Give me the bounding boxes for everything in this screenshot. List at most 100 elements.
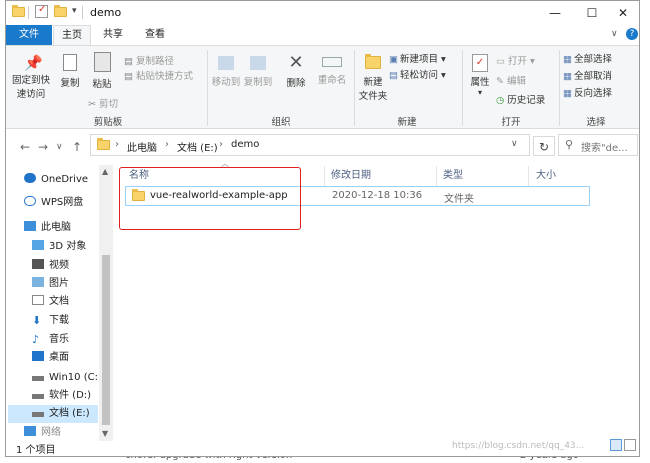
column-divider[interactable]	[324, 166, 325, 186]
paste-shortcut-label: 粘贴快捷方式	[135, 71, 193, 82]
nav-item-downloads[interactable]: ⬇ 下载	[32, 312, 69, 330]
copy-path-icon: ▤	[124, 56, 133, 67]
history-button[interactable]: ◷ 历史记录	[496, 92, 545, 106]
address-dropdown-button[interactable]: ∨	[511, 139, 518, 149]
edit-icon: ✎	[496, 76, 504, 87]
move-to-button[interactable]: 移动到	[211, 48, 241, 110]
search-placeholder[interactable]: 搜索"de...	[581, 139, 628, 154]
column-header-size[interactable]: 大小	[536, 166, 556, 186]
tab-home[interactable]: 主页	[53, 25, 91, 45]
help-icon[interactable]: ?	[626, 28, 638, 40]
up-button[interactable]: ↑	[72, 140, 82, 154]
forward-button[interactable]: →	[38, 140, 48, 154]
status-item-count: 1 个项目	[16, 445, 56, 456]
nav-item-network[interactable]: 网络	[24, 426, 61, 438]
rename-button[interactable]: 重命名	[314, 48, 350, 110]
open-button[interactable]: ▭ 打开 ▾	[496, 53, 535, 67]
address-bar[interactable]: › 此电脑 › 文档 (E:) › demo ∨	[90, 134, 530, 156]
scroll-up-icon[interactable]: ▲	[102, 167, 108, 176]
easy-access-button[interactable]: ▤ 轻松访问 ▾	[389, 67, 446, 81]
minimize-button[interactable]: —	[536, 1, 574, 25]
edit-button[interactable]: ✎ 编辑	[496, 73, 526, 87]
paste-shortcut-button[interactable]: ▤ 粘贴快捷方式	[124, 68, 193, 82]
dropdown-arrow-icon: ▾	[530, 56, 535, 67]
large-icons-view-icon[interactable]	[624, 439, 636, 451]
select-none-button[interactable]: ▦ 全部取消	[563, 68, 612, 82]
nav-label: 软件 (D:)	[49, 390, 92, 401]
details-view-icon[interactable]	[610, 439, 622, 451]
open-label: 打开	[507, 56, 527, 67]
select-all-button[interactable]: ▦ 全部选择	[563, 51, 612, 65]
drive-icon	[32, 394, 44, 399]
copy-to-button[interactable]: 复制到	[243, 48, 273, 110]
invert-selection-button[interactable]: ▦ 反向选择	[563, 85, 612, 99]
window-title: demo	[90, 6, 122, 19]
highlight-annotation-box	[119, 167, 301, 230]
nav-item-videos[interactable]: 视频	[32, 257, 69, 275]
nav-item-documents[interactable]: 文档	[32, 293, 69, 311]
nav-item-drive-e[interactable]: 文档 (E:)	[8, 405, 98, 423]
ribbon-collapse-icon[interactable]: ∨	[611, 29, 618, 39]
breadcrumb-drive-e[interactable]: 文档 (E:)	[177, 139, 218, 154]
delete-label: 删除	[286, 78, 306, 89]
nav-label: 图片	[49, 278, 69, 289]
nav-item-3d-objects[interactable]: 3D 对象	[32, 238, 86, 256]
recent-locations-button[interactable]: ∨	[56, 142, 63, 152]
scrollbar-thumb[interactable]	[102, 255, 110, 425]
group-open-label: 打开	[501, 117, 521, 128]
music-icon: ♪	[32, 333, 40, 346]
column-divider[interactable]	[528, 166, 529, 186]
nav-label: 音乐	[49, 334, 69, 345]
scroll-down-icon[interactable]: ▼	[102, 429, 108, 438]
new-item-button[interactable]: ▣ 新建项目 ▾	[389, 51, 446, 65]
pin-quick-access-button[interactable]: 📌 固定到快 速访问	[10, 48, 52, 110]
nav-item-music[interactable]: ♪ 音乐	[32, 331, 69, 349]
copy-button[interactable]: 复制	[56, 48, 84, 110]
nav-item-pictures[interactable]: 图片	[32, 275, 69, 293]
scissors-icon: ✂	[88, 99, 96, 110]
properties-check-icon[interactable]: ✓	[35, 4, 48, 18]
search-box[interactable]: ⚲ 搜索"de...	[558, 134, 638, 156]
background-page-right	[640, 0, 650, 463]
column-header-type[interactable]: 类型	[443, 166, 463, 186]
properties-button[interactable]: ✓ 属性 ▾	[465, 48, 495, 110]
nav-item-wps[interactable]: WPS网盘	[24, 194, 83, 212]
drive-icon	[32, 376, 44, 381]
nav-item-onedrive[interactable]: OneDrive	[24, 171, 88, 189]
nav-scrollbar[interactable]: ▲ ▼	[99, 165, 113, 441]
download-icon: ⬇	[32, 314, 42, 327]
divider	[28, 6, 29, 19]
computer-icon	[24, 221, 36, 231]
cut-button[interactable]: ✂ 剪切	[88, 96, 118, 110]
nav-item-drive-c[interactable]: Win10 (C:)	[32, 369, 102, 387]
back-button[interactable]: ←	[20, 140, 30, 154]
desktop-icon	[32, 351, 44, 361]
dropdown-arrow-icon: ▾	[441, 54, 446, 65]
copy-path-button[interactable]: ▤ 复制路径	[124, 53, 174, 67]
new-folder-icon[interactable]	[54, 5, 67, 18]
nav-item-desktop[interactable]: 桌面	[32, 349, 69, 367]
nav-item-this-pc[interactable]: 此电脑	[24, 219, 71, 237]
group-separator	[207, 50, 208, 126]
new-folder-button[interactable]: 新建 文件夹	[358, 48, 388, 110]
cloud-icon	[24, 173, 36, 183]
nav-label: 此电脑	[41, 222, 71, 233]
file-type: 文件夹	[444, 194, 474, 205]
close-button[interactable]: ✕	[604, 1, 639, 25]
breadcrumb-this-pc[interactable]: 此电脑	[127, 139, 157, 154]
tab-view[interactable]: 查看	[136, 25, 174, 45]
breadcrumb-separator: ›	[219, 139, 223, 150]
refresh-button[interactable]: ↻	[533, 136, 555, 156]
copy-path-label: 复制路径	[135, 56, 174, 67]
nav-item-drive-d[interactable]: 软件 (D:)	[32, 387, 91, 405]
delete-button[interactable]: ✕ 删除	[281, 48, 311, 110]
column-header-modified[interactable]: 修改日期	[331, 166, 371, 186]
tab-share[interactable]: 共享	[94, 25, 132, 45]
quick-access-dropdown-icon[interactable]: ▾	[72, 6, 77, 16]
tab-file[interactable]: 文件	[6, 25, 52, 45]
copy-label: 复制	[60, 78, 80, 89]
column-divider[interactable]	[436, 166, 437, 186]
breadcrumb-demo[interactable]: demo	[231, 139, 259, 150]
group-select-label: 选择	[586, 117, 606, 128]
nav-label: 文档 (E:)	[49, 408, 90, 419]
